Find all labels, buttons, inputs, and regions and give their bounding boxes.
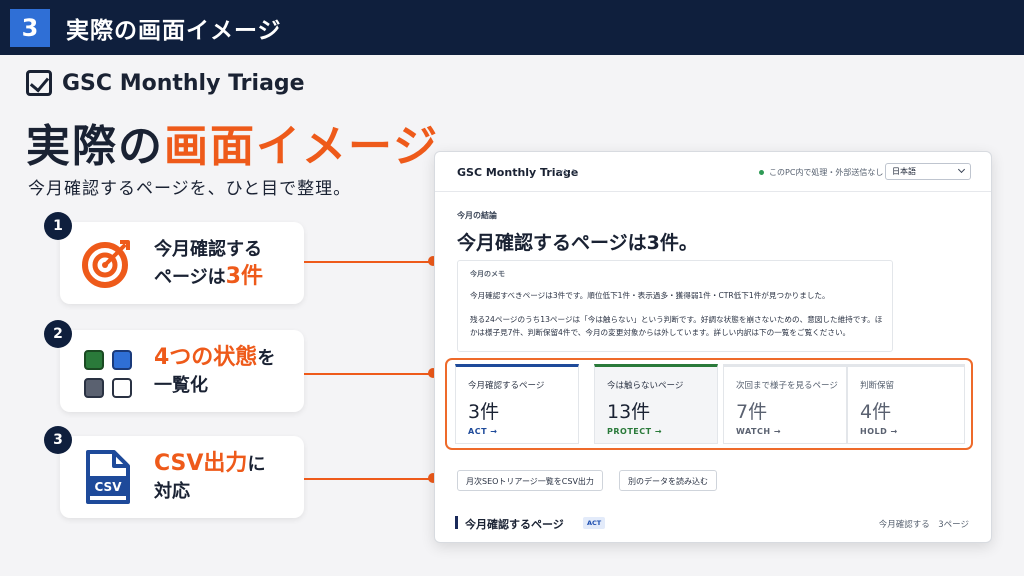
status-dot-icon — [759, 170, 764, 175]
language-select[interactable]: 日本語 — [885, 163, 971, 180]
status-grid-icon — [80, 344, 134, 398]
card-act[interactable]: 今月確認するページ 3件 ACT → — [455, 364, 579, 444]
subtitle: 今月確認するページを、ひと目で整理。 — [28, 179, 352, 199]
section-heading: 今月確認するページ — [465, 518, 564, 531]
chevron-down-icon — [957, 165, 966, 174]
feature-badge-1: 1 — [44, 212, 72, 240]
feature-card-2: 2 4つの状態を 一覧化 — [44, 320, 304, 412]
card-watch[interactable]: 次回まで様子を見るページ 7件 WATCH → — [723, 364, 847, 444]
app-header: GSC Monthly Triage v1.1 このPC内で処理・外部送信なし … — [435, 152, 991, 192]
section-marker — [455, 516, 458, 529]
section-tag: ACT — [583, 517, 606, 529]
card-hold[interactable]: 判断保留 4件 HOLD → — [847, 364, 965, 444]
privacy-status: このPC内で処理・外部送信なし — [759, 167, 883, 178]
connector-3 — [304, 478, 432, 480]
memo-label: 今月のメモ — [470, 270, 505, 278]
hero-title-part1: 実際の — [26, 121, 164, 172]
connector-1 — [304, 261, 432, 263]
feature-text-2: 4つの状態を 一覧化 — [154, 345, 276, 396]
memo-box: 今月のメモ 今月確認すべきページは3件です。順位低下1件・表示過多・獲得弱1件・… — [457, 260, 893, 352]
card-protect[interactable]: 今は触らないページ 13件 PROTECT → — [594, 364, 718, 444]
feature-card-1: 1 今月確認する ページは3件 — [44, 212, 304, 304]
feature-text-3: CSV出力に 対応 — [154, 451, 266, 502]
brand: GSC Monthly Triage — [26, 70, 305, 96]
top-header-bar: 3 実際の画面イメージ — [0, 0, 1024, 55]
app-version: v1.1 — [559, 168, 576, 176]
connector-2 — [304, 373, 432, 375]
feature-badge-2: 2 — [44, 320, 72, 348]
section-number: 3 — [10, 9, 50, 47]
feature-badge-3: 3 — [44, 426, 72, 454]
conclusion-label: 今月の結論 — [457, 211, 497, 220]
conclusion-title: 今月確認するページは3件。 — [457, 232, 698, 254]
feature-card-3: 3 CSV CSV出力に 対応 — [44, 426, 304, 518]
export-csv-button[interactable]: 月次SEOトリアージ一覧をCSV出力 — [457, 470, 603, 491]
hero-title: 実際の画面イメージ — [26, 110, 439, 174]
memo-paragraph-2: 残る24ページのうち13ページは「今は触らない」という判断です。好調な状態を崩さ… — [470, 315, 883, 337]
checkbox-icon — [26, 70, 52, 96]
csv-file-icon: CSV — [86, 450, 130, 504]
memo-paragraph-1: 今月確認すべきページは3件です。順位低下1件・表示過多・獲得弱1件・CTR低下1… — [470, 291, 830, 300]
svg-text:CSV: CSV — [95, 480, 123, 494]
load-data-button[interactable]: 別のデータを読み込む — [619, 470, 717, 491]
target-icon — [82, 240, 130, 288]
app-window: GSC Monthly Triage v1.1 このPC内で処理・外部送信なし … — [434, 151, 992, 543]
section-title: 実際の画面イメージ — [66, 18, 282, 44]
feature-text-1: 今月確認する ページは3件 — [154, 239, 263, 289]
section-count: 今月確認する 3ページ — [878, 520, 969, 530]
brand-name: GSC Monthly Triage — [62, 70, 305, 96]
hero-title-part2: 画面イメージ — [164, 121, 440, 172]
